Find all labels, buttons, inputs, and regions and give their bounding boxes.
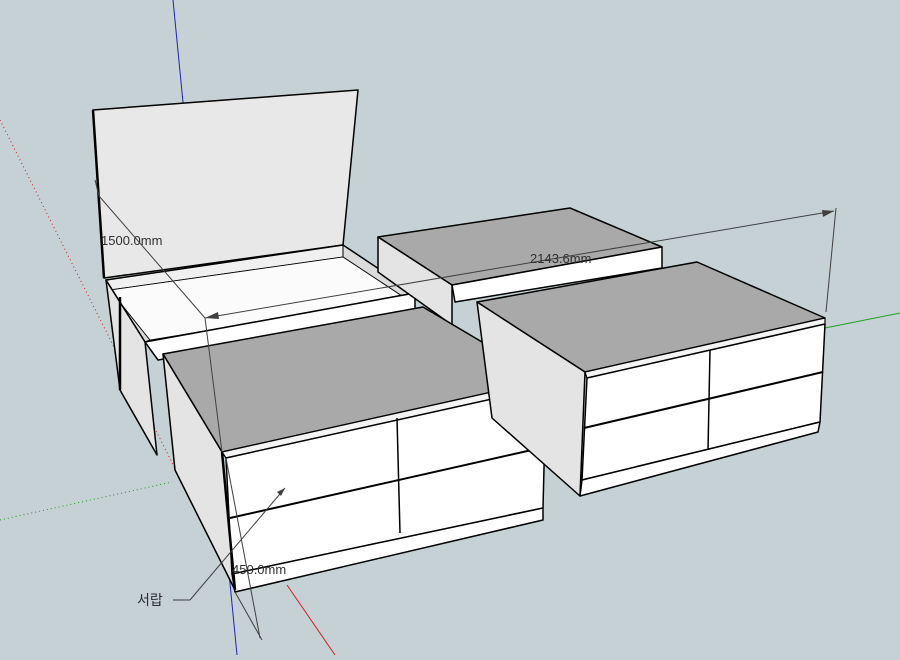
green-axis-dotted [0,481,173,521]
length-arrow-right [822,210,834,217]
length-dim-label: 2143.6mm [530,251,591,266]
length-dim-extension-right [825,207,837,313]
green-axis-line [824,312,900,329]
depth-dim-label: 450.0mm [232,562,286,577]
model-canvas[interactable]: 1500.0mm 2143.6mm 450.0mm 서랍 [0,0,900,656]
red-axis-line [286,584,336,656]
sketchup-viewport[interactable]: 1500.0mm 2143.6mm 450.0mm 서랍 [0,0,900,656]
lid-dim-label: 1500.0mm [101,233,162,248]
depth-dim-extension [234,591,263,641]
drawer-note-label: 서랍 [137,592,163,608]
